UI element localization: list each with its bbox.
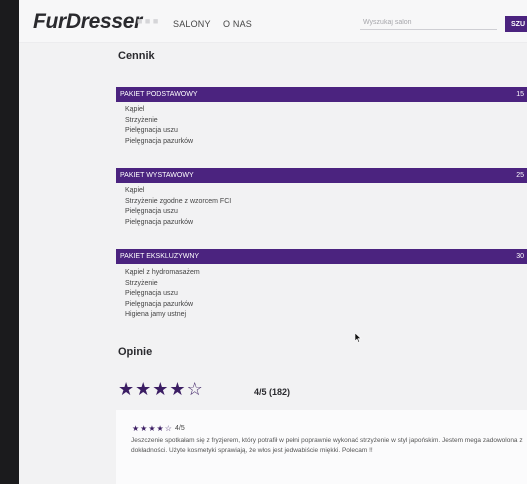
reviews-title: Opinie xyxy=(118,346,153,358)
package-name: PAKIET WYSTAWOWY xyxy=(120,172,194,179)
list-item: Pielęgnacja uszu xyxy=(125,208,178,215)
list-item: Kąpiel xyxy=(125,187,145,194)
nav-link-o-nas[interactable]: O NAS xyxy=(223,19,252,29)
package-header-show: PAKIET WYSTAWOWY 25 xyxy=(116,168,527,183)
list-item: Pielęgnacja uszu xyxy=(125,290,178,297)
overall-rating-summary: 4/5 (182) xyxy=(254,387,291,397)
package-items-basic: Kąpiel Strzyżenie Pielęgnacja uszu Pielę… xyxy=(125,105,193,147)
search-button[interactable]: SZU xyxy=(505,16,527,32)
star-filled-icon: ★ xyxy=(152,379,170,399)
package-price: 25 xyxy=(516,172,524,179)
list-item: Pielęgnacja pazurków xyxy=(125,218,194,226)
review-card: ★★★★☆ 4/5 Jeszczenie spotkałam się z fry… xyxy=(116,410,527,484)
top-navbar: FurDresser ■ ■ ■ SALONY O NAS SZU xyxy=(19,0,527,42)
search-input[interactable] xyxy=(360,15,497,30)
star-filled-icon: ★ xyxy=(148,424,157,433)
nav-link-salony[interactable]: SALONY xyxy=(173,19,211,29)
list-item: Pielęgnacja pazurków xyxy=(125,137,194,145)
nav-ghost-text: ■ ■ ■ xyxy=(137,16,159,26)
page: FurDresser ■ ■ ■ SALONY O NAS SZU Cennik… xyxy=(19,0,527,484)
star-empty-icon: ☆ xyxy=(164,424,173,433)
package-price: 15 xyxy=(516,91,524,98)
package-header-exclusive: PAKIET EKSKLUZYWNY 30 xyxy=(116,249,527,264)
list-item: Kąpiel z hydromasażem xyxy=(125,269,200,276)
package-price: 30 xyxy=(516,253,524,260)
review-text: Jeszczenie spotkałam się z fryzjerem, kt… xyxy=(131,437,523,454)
star-empty-icon: ☆ xyxy=(186,379,204,399)
star-filled-icon: ★ xyxy=(118,379,136,399)
pricing-title: Cennik xyxy=(118,50,155,62)
star-filled-icon: ★ xyxy=(169,379,187,399)
star-filled-icon: ★ xyxy=(132,424,141,433)
package-items-show: Kąpiel Strzyżenie zgodne z wzorcem FCI P… xyxy=(125,186,231,228)
overall-rating-stars: ★★★★☆ xyxy=(118,379,204,400)
star-filled-icon: ★ xyxy=(135,379,153,399)
list-item: Kąpiel xyxy=(125,106,145,113)
package-header-basic: PAKIET PODSTAWOWY 15 xyxy=(116,87,527,102)
list-item: Higiena jamy ustnej xyxy=(125,311,187,318)
package-name: PAKIET PODSTAWOWY xyxy=(120,91,198,98)
review-score: 4/5 xyxy=(175,425,185,432)
list-item: Strzyżenie xyxy=(125,279,158,287)
package-items-exclusive: Kąpiel z hydromasażem Strzyżenie Pielęgn… xyxy=(125,268,200,321)
list-item: Strzyżenie xyxy=(125,116,158,124)
star-filled-icon: ★ xyxy=(156,424,165,433)
logo[interactable]: FurDresser xyxy=(33,10,142,34)
list-item: Strzyżenie zgodne z wzorcem FCI xyxy=(125,197,232,205)
header-divider xyxy=(19,42,527,43)
list-item: Pielęgnacja pazurków xyxy=(125,300,194,308)
list-item: Pielęgnacja uszu xyxy=(125,127,178,134)
review-stars: ★★★★☆ xyxy=(132,424,173,433)
package-name: PAKIET EKSKLUZYWNY xyxy=(120,253,200,260)
mouse-cursor-icon xyxy=(355,333,362,343)
